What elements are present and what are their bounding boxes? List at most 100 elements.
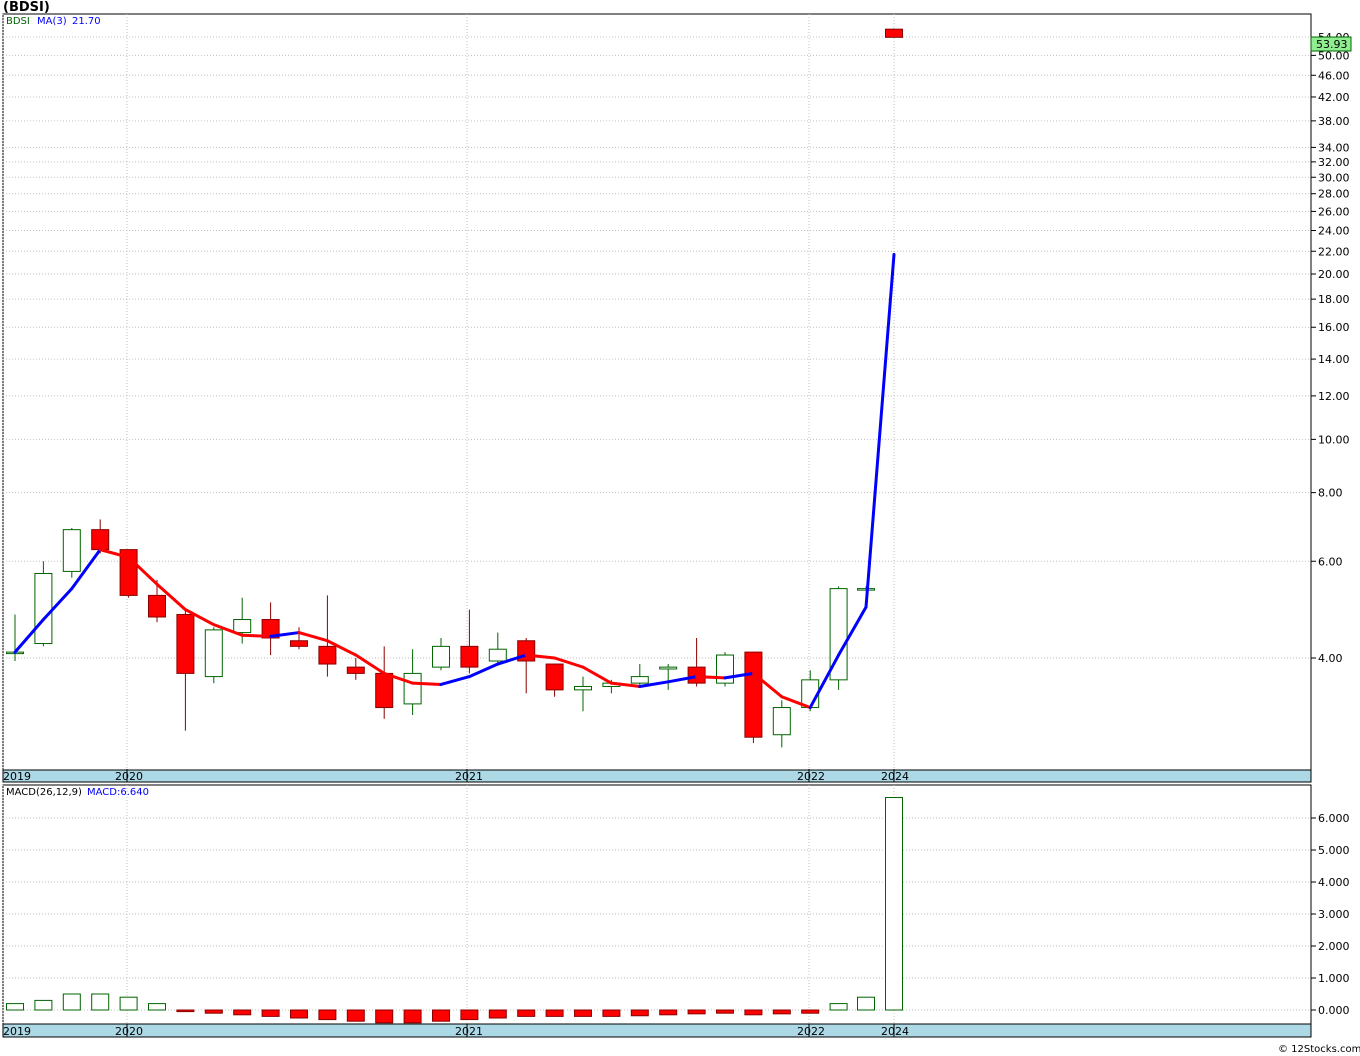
price-tick-label: 10.00: [1318, 433, 1350, 446]
price-panel: [2, 13, 1312, 783]
macd-bar: [62, 993, 81, 1011]
candle-body: [346, 666, 365, 674]
date-label: 2020: [115, 1025, 143, 1038]
macd-bar: [659, 1009, 678, 1016]
macd-bar: [318, 1009, 337, 1021]
price-tick-label: 24.00: [1318, 224, 1350, 237]
macd-tick-label: 5.000: [1318, 844, 1350, 857]
macd-bar: [545, 1009, 564, 1017]
date-label: 2021: [455, 1025, 483, 1038]
macd-tick-label: 6.000: [1318, 812, 1350, 825]
price-tick-label: 42.00: [1318, 91, 1350, 104]
macd-bar: [801, 1009, 820, 1014]
price-y-axis: 54.0050.0046.0042.0038.0034.0032.0030.00…: [1311, 31, 1350, 665]
candle-body: [630, 676, 649, 684]
macd-tick-label: 0.000: [1318, 1004, 1350, 1017]
candle-body: [659, 666, 678, 670]
macd-bar: [744, 1009, 763, 1016]
price-tick-label: 12.00: [1318, 390, 1350, 403]
candle-body: [744, 651, 763, 738]
macd-bar: [119, 996, 138, 1011]
date-label: 2022: [797, 1025, 825, 1038]
macd-panel: [2, 784, 1312, 1038]
symbol-label: BDSI: [6, 16, 30, 27]
macd-bar: [432, 1009, 450, 1022]
candle-body: [233, 619, 252, 634]
candle: [885, 28, 903, 38]
macd-date-bar: [2, 1023, 1312, 1038]
macd-bar: [857, 996, 875, 1011]
candle-body: [290, 640, 308, 647]
macd-y-axis: 6.000 5.000 4.000 3.000 2.000 1.000 0.000: [1311, 812, 1350, 1017]
macd-bar: [829, 1003, 848, 1011]
macd-value: MACD:6.640: [87, 787, 149, 798]
price-tick-label: 6.00: [1318, 555, 1343, 568]
candle: [716, 652, 734, 687]
candle-body: [772, 707, 791, 736]
candle: [829, 586, 848, 690]
price-tick-label: 22.00: [1318, 245, 1350, 258]
price-date-bar: [2, 769, 1312, 783]
footer-credit: © 12Stocks.com: [1278, 1044, 1360, 1055]
macd-bar: [91, 993, 110, 1011]
candle-body: [62, 529, 81, 572]
price-tick-label: 18.00: [1318, 293, 1350, 306]
date-label: 2021: [455, 770, 483, 783]
price-tick-label: 16.00: [1318, 321, 1350, 334]
ma-segment: [240, 633, 273, 638]
macd-bar: [460, 1009, 479, 1021]
candle: [62, 527, 81, 578]
candle-body: [488, 648, 507, 662]
macd-bar: [602, 1009, 621, 1017]
macd-tick-label: 1.000: [1318, 972, 1350, 985]
macd-bar: [716, 1009, 734, 1014]
candle-body: [375, 672, 394, 709]
price-tick-label: 14.00: [1318, 353, 1350, 366]
candle-body: [91, 529, 110, 551]
price-tick-label: 26.00: [1318, 205, 1350, 218]
date-label: 2019: [3, 770, 31, 783]
price-tick-label: 46.00: [1318, 69, 1350, 82]
macd-bar: [488, 1009, 507, 1019]
date-label: 2024: [881, 1025, 909, 1038]
candle-body: [885, 28, 903, 38]
macd-tick-label: 2.000: [1318, 940, 1350, 953]
macd-bar: [517, 1009, 536, 1017]
macd-bar: [261, 1009, 280, 1017]
last-price-value: 53.93: [1316, 38, 1348, 51]
candle-body: [204, 629, 223, 678]
macd-bar: [290, 1009, 308, 1019]
candle-body: [318, 645, 337, 665]
ma-label: MA(3): [37, 16, 67, 27]
price-tick-label: 38.00: [1318, 115, 1350, 128]
macd-bar: [574, 1009, 592, 1017]
date-label: 2022: [797, 770, 825, 783]
price-tick-label: 28.00: [1318, 188, 1350, 201]
macd-bar: [148, 1003, 166, 1011]
macd-bar: [34, 999, 53, 1011]
candle-body: [176, 613, 195, 674]
candle: [744, 651, 763, 744]
price-tick-label: 30.00: [1318, 171, 1350, 184]
candle: [204, 627, 223, 684]
macd-bar: [6, 1003, 24, 1011]
ma-segment: [695, 675, 727, 680]
macd-bar: [204, 1009, 223, 1014]
macd-label: MACD(26,12,9): [6, 787, 82, 798]
macd-bar: [375, 1009, 394, 1024]
macd-bar: [630, 1009, 649, 1017]
price-tick-label: 34.00: [1318, 141, 1350, 154]
date-label: 2024: [881, 770, 909, 783]
macd-bar: [233, 1009, 252, 1016]
price-tick-label: 8.00: [1318, 487, 1343, 500]
date-label: 2019: [3, 1025, 31, 1038]
macd-tick-label: 4.000: [1318, 876, 1350, 889]
macd-bar: [176, 1009, 195, 1013]
candle: [34, 561, 53, 647]
price-tick-label: 32.00: [1318, 156, 1350, 169]
chart-title: (BDSI): [3, 0, 50, 15]
macd-bar: [687, 1009, 706, 1015]
macd-tick-label: 3.000: [1318, 908, 1350, 921]
stock-chart: (BDSI) 54.0050.0046.0042.0038.0034.0032.…: [2, 0, 1360, 1055]
ma-segment: [411, 681, 443, 686]
